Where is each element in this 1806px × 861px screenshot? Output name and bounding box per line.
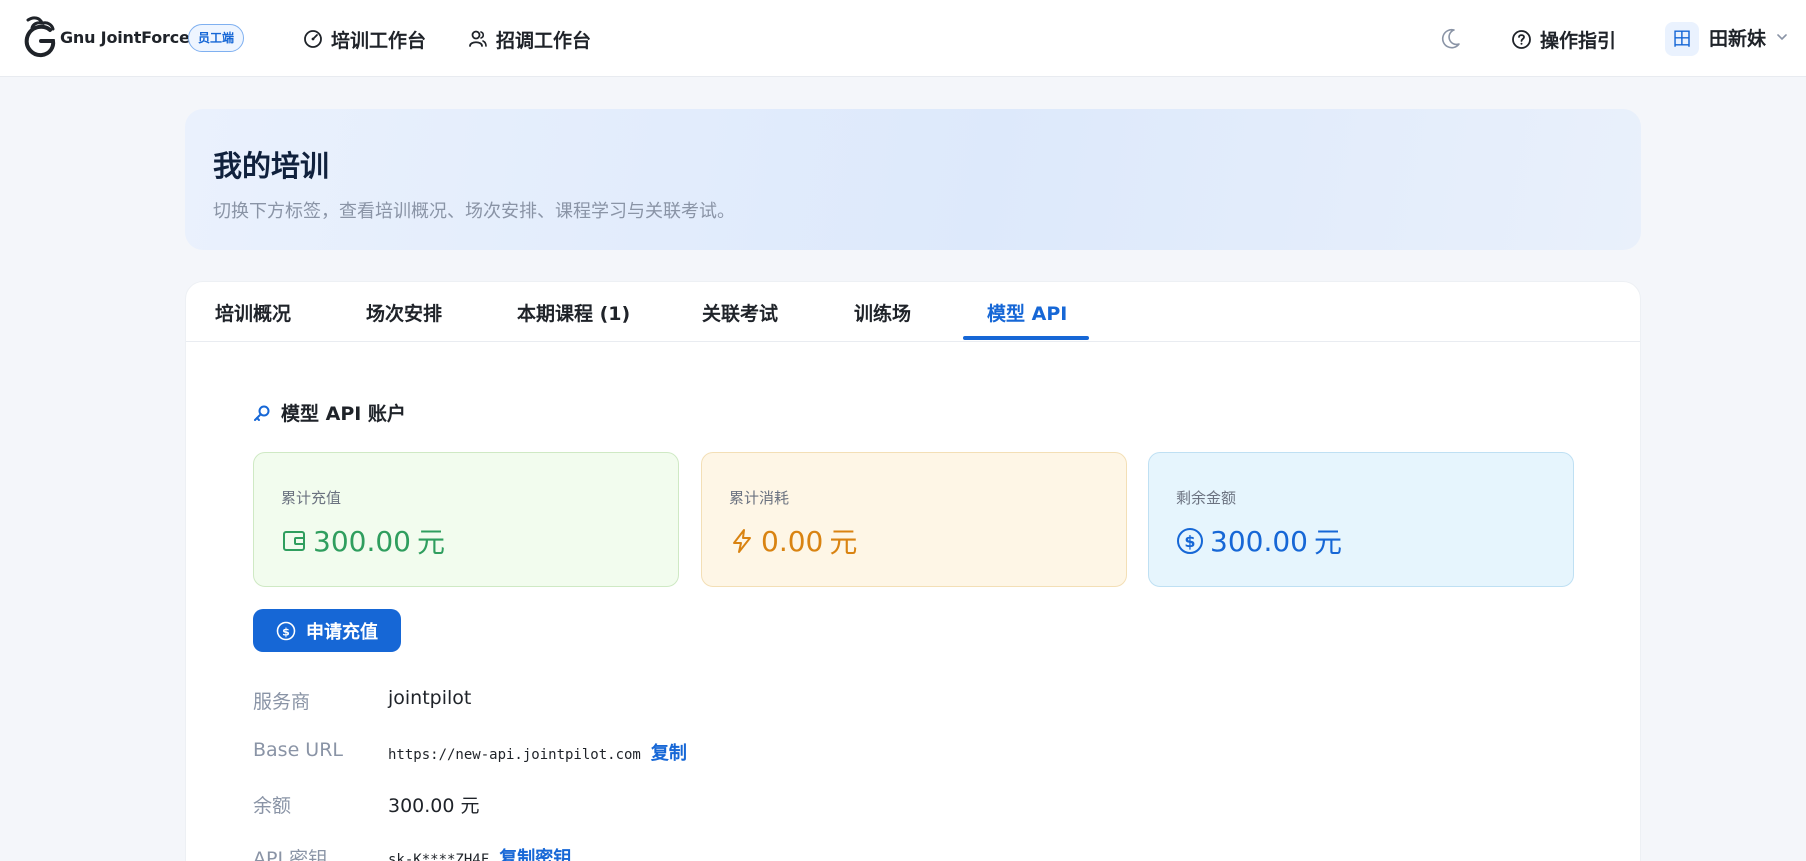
info-value: 300.00 元 — [388, 795, 480, 817]
stat-card-remaining-balance: 剩余金额 $ 300.00 元 — [1148, 452, 1574, 587]
page-title: 我的培训 — [213, 149, 330, 183]
stat-value: 300.00 — [313, 524, 411, 558]
info-value: jointpilot — [388, 687, 472, 709]
tab-overview[interactable]: 培训概况 — [215, 299, 291, 326]
stat-card-total-consumption: 累计消耗 0.00 元 — [701, 452, 1127, 587]
tab-courses[interactable]: 本期课程 (1) — [517, 299, 630, 326]
svg-text:$: $ — [1184, 532, 1195, 551]
stat-value: 300.00 — [1210, 524, 1308, 558]
stat-unit: 元 — [829, 526, 858, 559]
user-group-icon — [469, 30, 487, 47]
base-url-value: https://new-api.jointpilot.com — [388, 747, 641, 763]
top-navigation-bar: Gnu JointForce 员工端 培训工作台 招调工作台 操作指引 田 田新… — [0, 0, 1806, 77]
wallet-icon — [283, 531, 305, 551]
moon-icon[interactable] — [1437, 26, 1463, 52]
stat-value: 0.00 — [761, 524, 824, 558]
apply-recharge-button[interactable]: $ 申请充值 — [253, 609, 401, 652]
nav-recruit-workbench[interactable]: 招调工作台 — [468, 24, 591, 54]
tab-schedule[interactable]: 场次安排 — [366, 299, 442, 326]
help-circle-icon — [1512, 29, 1531, 49]
stat-label: 累计充值 — [281, 489, 342, 507]
info-label: Base URL — [253, 739, 343, 761]
stat-card-total-recharge: 累计充值 300.00 元 — [253, 452, 679, 587]
nav-training-workbench[interactable]: 培训工作台 — [303, 24, 426, 54]
training-panel: 培训概况 场次安排 本期课程 (1) 关联考试 训练场 模型 API 模型 AP… — [185, 281, 1641, 861]
info-label: 服务商 — [253, 691, 311, 713]
guide-label: 操作指引 — [1540, 29, 1617, 52]
guide-button[interactable]: 操作指引 — [1511, 24, 1616, 54]
hero-banner: 我的培训 切换下方标签，查看培训概况、场次安排、课程学习与关联考试。 — [185, 109, 1641, 250]
stat-unit: 元 — [1313, 526, 1342, 559]
page-subtitle: 切换下方标签，查看培训概况、场次安排、课程学习与关联考试。 — [213, 201, 735, 222]
stat-label: 剩余金额 — [1176, 489, 1237, 507]
tab-exams[interactable]: 关联考试 — [702, 299, 778, 326]
lightning-icon — [733, 529, 751, 553]
nav-recruit-label: 招调工作台 — [496, 29, 592, 52]
tab-bar: 培训概况 场次安排 本期课程 (1) 关联考试 训练场 模型 API — [186, 282, 1640, 342]
api-key-value: sk-K****ZH4F — [388, 852, 490, 861]
chevron-down-icon[interactable] — [1775, 30, 1789, 44]
section-title-label: 模型 API 账户 — [281, 403, 406, 425]
stat-unit: 元 — [416, 526, 445, 559]
key-icon — [254, 405, 270, 421]
tab-model-api[interactable]: 模型 API — [987, 299, 1067, 326]
dollar-circle-icon: $ — [1177, 528, 1203, 554]
dollar-circle-icon: $ — [276, 621, 296, 640]
avatar[interactable]: 田 — [1665, 22, 1699, 56]
apply-recharge-label: 申请充值 — [306, 621, 378, 643]
info-label: 余额 — [253, 795, 292, 817]
svg-text:$: $ — [282, 625, 290, 638]
section-title: 模型 API 账户 — [253, 399, 406, 426]
active-tab-indicator — [963, 336, 1089, 340]
tab-practice[interactable]: 训练场 — [854, 299, 911, 326]
stat-label: 累计消耗 — [729, 489, 790, 507]
nav-training-label: 培训工作台 — [331, 29, 427, 52]
role-badge: 员工端 — [188, 24, 245, 52]
copy-base-url-link[interactable]: 复制 — [651, 743, 687, 764]
dashboard-gauge-icon — [304, 30, 322, 48]
user-name[interactable]: 田新妹 — [1709, 24, 1766, 54]
info-label: API 密钥 — [253, 848, 328, 861]
brand-name: Gnu JointForce — [60, 28, 190, 47]
copy-api-key-link[interactable]: 复制密钥 — [499, 848, 571, 861]
gnu-logo-icon[interactable] — [20, 14, 60, 60]
